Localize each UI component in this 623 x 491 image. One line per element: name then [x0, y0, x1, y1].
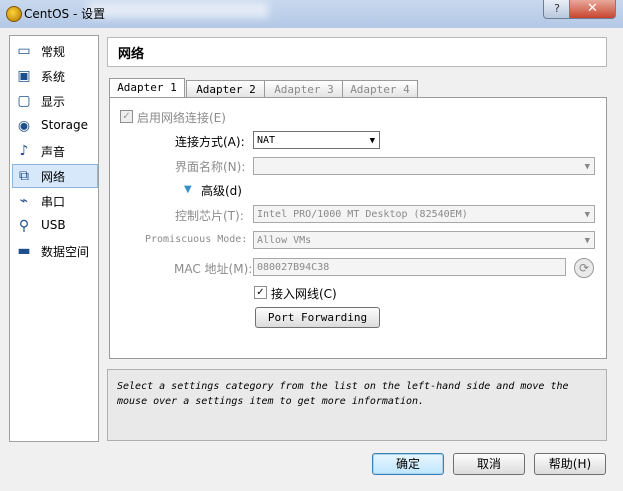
tab-adapter-4: Adapter 4 [342, 80, 418, 98]
title-bar: CentOS - 设置 ? ✕ [0, 0, 623, 28]
adapter-type-value: Intel PRO/1000 MT Desktop (82540EM) [257, 209, 468, 220]
sidebar-item-storage[interactable]: ◉ Storage [13, 115, 97, 137]
usb-icon: ⚲ [18, 218, 30, 234]
mac-address-value: 080027B94C38 [257, 262, 330, 273]
page-header: 网络 [107, 37, 607, 67]
sidebar-item-label: 显示 [41, 95, 66, 109]
help-window-button[interactable]: ? [543, 0, 571, 19]
mac-address-label: MAC 地址(M): [174, 262, 253, 276]
sidebar-item-system[interactable]: ▣ 系统 [13, 65, 97, 87]
sidebar-item-label: 常规 [41, 45, 66, 59]
page-title: 网络 [118, 47, 145, 62]
serial-port-icon: ⌁ [19, 193, 29, 209]
sidebar-item-label: 串口 [41, 195, 66, 209]
enable-adapter-label: 启用网络连接(E) [137, 111, 226, 125]
attached-to-label: 连接方式(A): [175, 135, 245, 149]
sidebar-item-shared-folders[interactable]: ▬ 数据空间 [13, 240, 97, 262]
sidebar-item-usb[interactable]: ⚲ USB [13, 215, 97, 237]
enable-adapter-checkbox[interactable]: ✓ [120, 110, 133, 123]
promiscuous-mode-value: Allow VMs [257, 235, 312, 246]
sidebar-item-audio[interactable]: ♪ 声音 [13, 140, 97, 162]
chevron-down-icon: ▼ [369, 136, 375, 146]
virtualbox-icon [6, 6, 22, 22]
close-window-button[interactable]: ✕ [569, 0, 616, 19]
tab-adapter-2[interactable]: Adapter 2 [186, 80, 266, 98]
sidebar-item-label: 网络 [41, 170, 66, 184]
sidebar-item-serial-port[interactable]: ⌁ 串口 [13, 190, 97, 212]
ok-button[interactable]: 确定 [372, 453, 444, 475]
general-icon: ▭ [17, 43, 31, 59]
window-title: CentOS - 设置 [24, 7, 106, 21]
name-label: 界面名称(N): [175, 160, 246, 174]
advanced-toggle[interactable]: 高级(d) [201, 182, 242, 199]
network-icon: ⧉ [19, 168, 29, 184]
title-glow [88, 2, 268, 18]
shared-folder-icon: ▬ [17, 243, 31, 259]
sidebar-item-label: Storage [41, 118, 88, 132]
system-icon: ▣ [17, 68, 31, 84]
sidebar-item-label: USB [41, 218, 66, 232]
cable-connected-label: 接入网线(C) [271, 287, 337, 301]
info-text: Select a settings category from the list… [117, 381, 569, 407]
cancel-button[interactable]: 取消 [453, 453, 525, 475]
storage-icon: ◉ [17, 118, 31, 134]
chevron-down-icon: ▼ [584, 162, 590, 172]
adapter-type-label: 控制芯片(T): [175, 209, 244, 223]
sidebar-item-display[interactable]: ▢ 显示 [13, 90, 97, 112]
chevron-down-icon: ▼ [584, 236, 590, 246]
info-panel: Select a settings category from the list… [107, 369, 607, 441]
tab-adapter-1[interactable]: Adapter 1 [109, 78, 185, 99]
adapter-type-select[interactable]: Intel PRO/1000 MT Desktop (82540EM) ▼ [253, 205, 595, 223]
settings-category-list: ▭ 常规 ▣ 系统 ▢ 显示 ◉ Storage ♪ 声音 ⧉ 网络 ⌁ 串口 … [9, 35, 99, 442]
audio-icon: ♪ [19, 143, 29, 159]
attached-to-value: NAT [257, 135, 276, 146]
port-forwarding-button[interactable]: Port Forwarding [255, 307, 380, 328]
tab-adapter-3: Adapter 3 [264, 80, 344, 98]
sidebar-item-label: 声音 [41, 145, 66, 159]
refresh-mac-icon[interactable]: ⟳ [574, 258, 594, 278]
promiscuous-mode-label: Promiscuous Mode: [145, 234, 248, 245]
expand-triangle-icon[interactable]: ▼ [184, 184, 192, 195]
sidebar-item-label: 系统 [41, 70, 66, 84]
sidebar-item-network[interactable]: ⧉ 网络 [12, 164, 98, 188]
chevron-down-icon: ▼ [584, 210, 590, 220]
cable-connected-checkbox[interactable]: ✓ [254, 286, 267, 299]
sidebar-item-general[interactable]: ▭ 常规 [13, 40, 97, 62]
display-icon: ▢ [17, 93, 31, 109]
sidebar-item-label: 数据空间 [41, 245, 90, 259]
mac-address-field[interactable]: 080027B94C38 [253, 258, 566, 276]
attached-to-select[interactable]: NAT ▼ [253, 131, 380, 149]
name-select: ▼ [253, 157, 595, 175]
help-button[interactable]: 帮助(H) [534, 453, 606, 475]
promiscuous-mode-select[interactable]: Allow VMs ▼ [253, 231, 595, 249]
